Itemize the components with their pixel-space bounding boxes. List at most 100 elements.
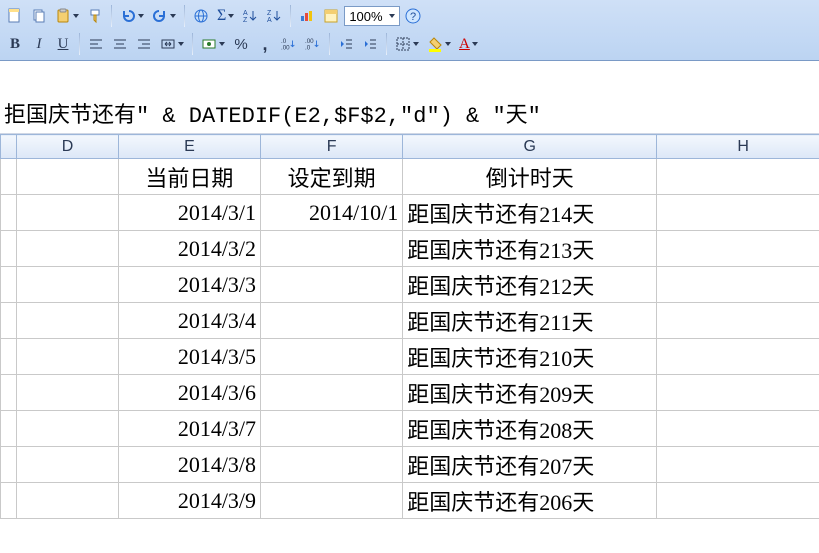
align-left-icon[interactable]	[85, 33, 107, 55]
cell[interactable]	[657, 195, 819, 231]
cell-E[interactable]: 2014/3/7	[118, 411, 260, 447]
cell-G[interactable]: 距国庆节还有214天	[403, 195, 657, 231]
cell[interactable]	[657, 231, 819, 267]
cell[interactable]	[1, 339, 17, 375]
format-painter-icon[interactable]	[84, 5, 106, 27]
cell-F[interactable]	[261, 231, 403, 267]
cell[interactable]	[1, 195, 17, 231]
cell-E[interactable]: 2014/3/9	[118, 483, 260, 519]
new-workbook-icon[interactable]	[4, 5, 26, 27]
cell[interactable]	[1, 159, 17, 195]
autosum-button[interactable]: Σ	[214, 5, 237, 27]
align-center-icon[interactable]	[109, 33, 131, 55]
cell-G1[interactable]: 倒计时天	[403, 159, 657, 195]
align-right-icon[interactable]	[133, 33, 155, 55]
cell[interactable]	[1, 411, 17, 447]
col-header-F[interactable]: F	[261, 135, 403, 159]
col-header-G[interactable]: G	[403, 135, 657, 159]
cell[interactable]	[17, 231, 119, 267]
table-row[interactable]: 2014/3/4 距国庆节还有211天	[1, 303, 819, 339]
cell-F[interactable]	[261, 411, 403, 447]
percent-button[interactable]: %	[230, 33, 252, 55]
help-icon[interactable]: ?	[402, 5, 424, 27]
cell[interactable]	[17, 375, 119, 411]
cell-G[interactable]: 距国庆节还有207天	[403, 447, 657, 483]
increase-indent-icon[interactable]	[359, 33, 381, 55]
table-row[interactable]: 2014/3/6 距国庆节还有209天	[1, 375, 819, 411]
table-row[interactable]: 2014/3/2 距国庆节还有213天	[1, 231, 819, 267]
table-row[interactable]: 2014/3/7 距国庆节还有208天	[1, 411, 819, 447]
col-header-blank[interactable]	[1, 135, 17, 159]
cell-F[interactable]	[261, 339, 403, 375]
copy-icon[interactable]	[28, 5, 50, 27]
zoom-combobox[interactable]: 100%	[344, 6, 399, 26]
cell-F[interactable]	[261, 447, 403, 483]
cell-F[interactable]: 2014/10/1	[261, 195, 403, 231]
cell-G[interactable]: 距国庆节还有209天	[403, 375, 657, 411]
decrease-indent-icon[interactable]	[335, 33, 357, 55]
pivot-icon[interactable]	[320, 5, 342, 27]
cell[interactable]	[17, 411, 119, 447]
cell[interactable]	[1, 375, 17, 411]
cell-F[interactable]	[261, 303, 403, 339]
font-color-icon[interactable]: A	[456, 33, 481, 55]
cell[interactable]	[657, 303, 819, 339]
cell[interactable]	[1, 267, 17, 303]
cell[interactable]	[657, 159, 819, 195]
cell[interactable]	[657, 411, 819, 447]
cell[interactable]	[1, 447, 17, 483]
cell[interactable]	[657, 447, 819, 483]
col-header-E[interactable]: E	[118, 135, 260, 159]
cell[interactable]	[17, 159, 119, 195]
cell[interactable]	[1, 303, 17, 339]
borders-icon[interactable]	[392, 33, 422, 55]
cell[interactable]	[657, 375, 819, 411]
cell-E[interactable]: 2014/3/3	[118, 267, 260, 303]
cell-G[interactable]: 距国庆节还有213天	[403, 231, 657, 267]
undo-icon[interactable]	[117, 5, 147, 27]
cell[interactable]	[17, 303, 119, 339]
decrease-decimal-icon[interactable]: .00.0	[302, 33, 324, 55]
cell-E[interactable]: 2014/3/5	[118, 339, 260, 375]
clipboard-icon[interactable]	[52, 5, 82, 27]
cell[interactable]	[657, 483, 819, 519]
cell-E[interactable]: 2014/3/4	[118, 303, 260, 339]
cell[interactable]	[1, 483, 17, 519]
cell-F[interactable]	[261, 375, 403, 411]
sort-desc-icon[interactable]: ZA	[263, 5, 285, 27]
spreadsheet-grid[interactable]: D E F G H 当前日期 设定到期 倒计时天 2014/3/1 2014/1…	[0, 134, 819, 519]
cell[interactable]	[657, 339, 819, 375]
cell-E[interactable]: 2014/3/6	[118, 375, 260, 411]
cell-G[interactable]: 距国庆节还有210天	[403, 339, 657, 375]
table-row[interactable]: 2014/3/3 距国庆节还有212天	[1, 267, 819, 303]
table-row[interactable]: 2014/3/1 2014/10/1 距国庆节还有214天	[1, 195, 819, 231]
cell-G[interactable]: 距国庆节还有208天	[403, 411, 657, 447]
fill-color-icon[interactable]	[424, 33, 454, 55]
increase-decimal-icon[interactable]: .0.00	[278, 33, 300, 55]
table-row[interactable]: 2014/3/9 距国庆节还有206天	[1, 483, 819, 519]
cell-G[interactable]: 距国庆节还有212天	[403, 267, 657, 303]
cell-E[interactable]: 2014/3/1	[118, 195, 260, 231]
formula-bar[interactable]: 拒国庆节还有" & DATEDIF(E2,$F$2,"d") & "天"	[0, 91, 819, 134]
cell[interactable]	[17, 339, 119, 375]
cell-G[interactable]: 距国庆节还有211天	[403, 303, 657, 339]
underline-button[interactable]: U	[52, 33, 74, 55]
cell-E[interactable]: 2014/3/2	[118, 231, 260, 267]
cell[interactable]	[1, 231, 17, 267]
cell[interactable]	[17, 267, 119, 303]
cell-F[interactable]	[261, 267, 403, 303]
cell[interactable]	[657, 267, 819, 303]
redo-icon[interactable]	[149, 5, 179, 27]
currency-icon[interactable]	[198, 33, 228, 55]
col-header-H[interactable]: H	[657, 135, 819, 159]
cell[interactable]	[17, 447, 119, 483]
table-header-row[interactable]: 当前日期 设定到期 倒计时天	[1, 159, 819, 195]
merge-center-icon[interactable]	[157, 33, 187, 55]
hyperlink-icon[interactable]	[190, 5, 212, 27]
italic-button[interactable]: I	[28, 33, 50, 55]
comma-style-button[interactable]: ,	[254, 33, 276, 55]
col-header-D[interactable]: D	[17, 135, 119, 159]
chart-icon[interactable]	[296, 5, 318, 27]
cell-F1[interactable]: 设定到期	[261, 159, 403, 195]
cell-G[interactable]: 距国庆节还有206天	[403, 483, 657, 519]
